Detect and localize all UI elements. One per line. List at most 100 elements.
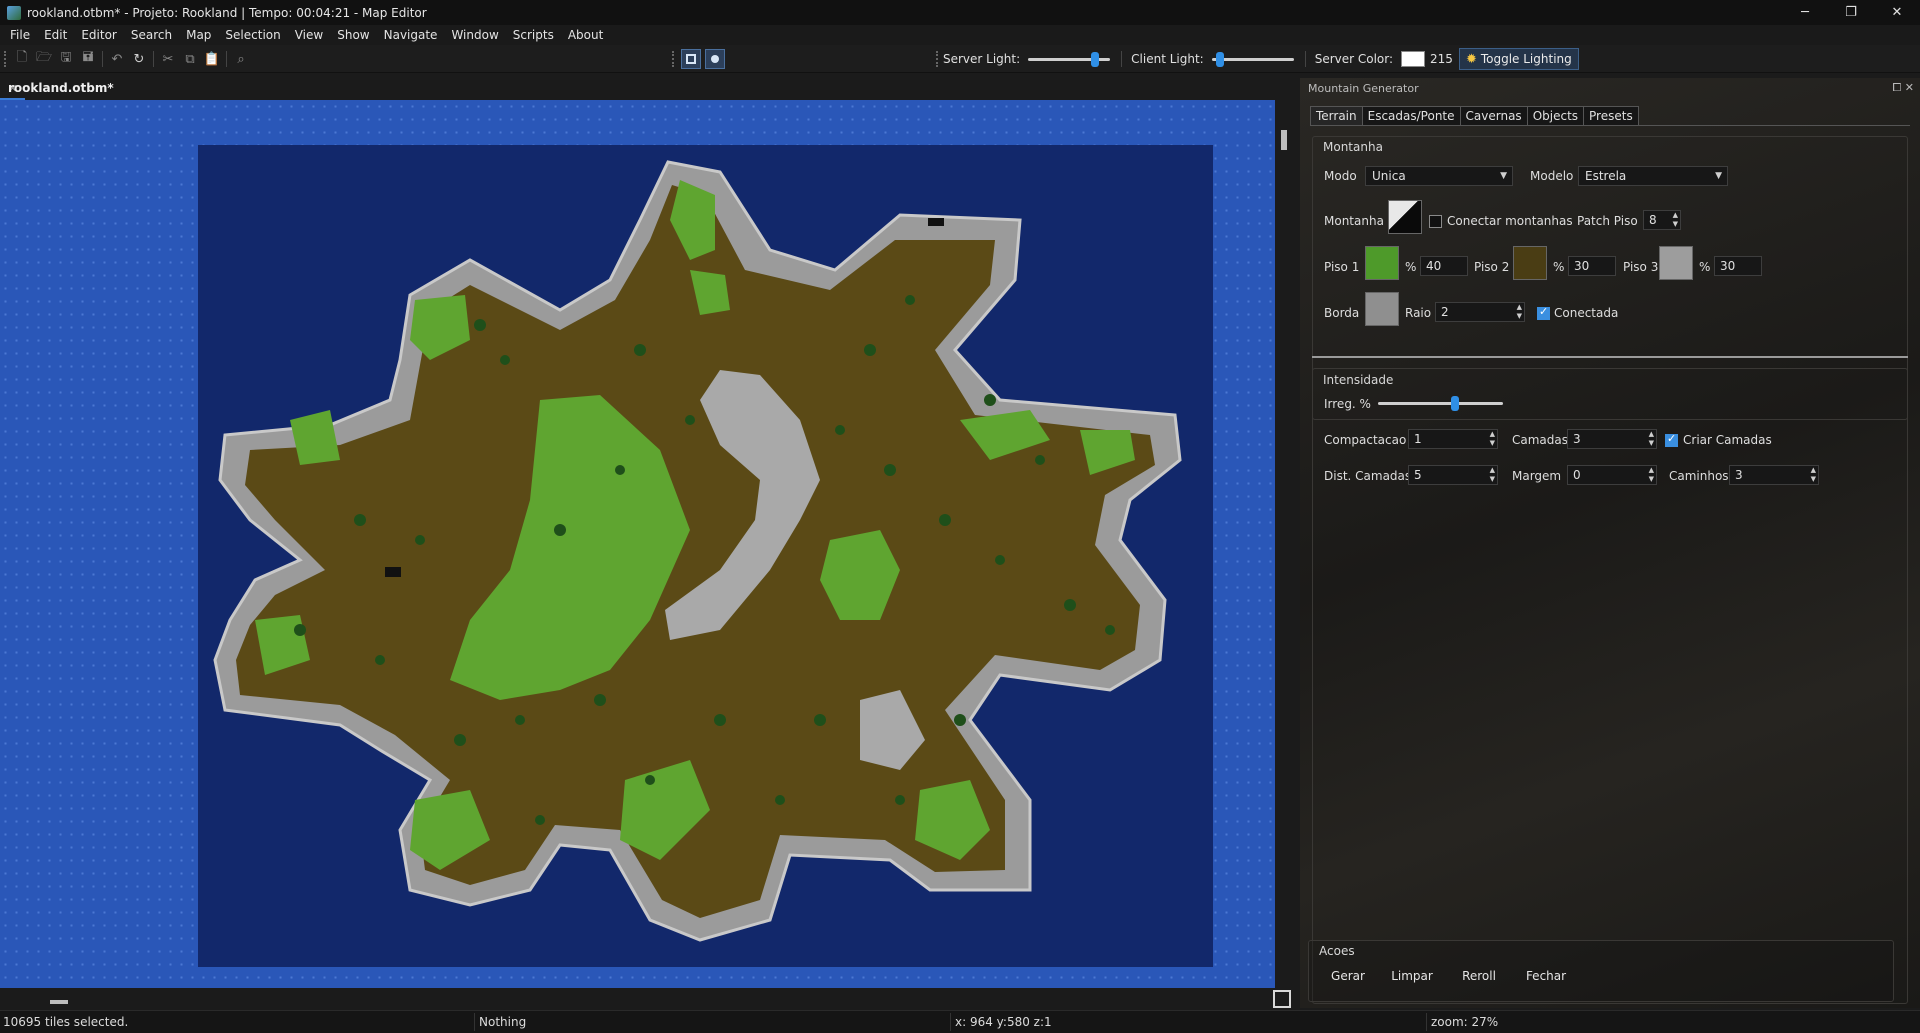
scroll-thumb[interactable] — [1281, 130, 1287, 150]
toolbar-grip[interactable] — [672, 51, 674, 67]
toolbar-grip[interactable] — [936, 51, 938, 67]
tab-terrain[interactable]: Terrain — [1310, 106, 1363, 126]
criar-camadas-checkbox[interactable] — [1665, 432, 1678, 447]
fechar-button[interactable]: Fechar — [1519, 964, 1573, 988]
window-controls: ─ ❐ ✕ — [1782, 0, 1920, 25]
menu-search[interactable]: Search — [124, 25, 179, 45]
margem-label: Margem — [1512, 469, 1562, 483]
copy-icon[interactable]: ⧉ — [179, 48, 201, 70]
minimize-button[interactable]: ─ — [1782, 0, 1828, 25]
irreg-slider[interactable] — [1378, 395, 1503, 411]
close-panel-icon[interactable]: ✕ — [1905, 81, 1914, 94]
spin-arrows-icon[interactable]: ▲ ▼ — [1811, 466, 1816, 484]
piso3-label: Piso 3 — [1623, 260, 1659, 274]
piso1-percent-input[interactable]: 40 — [1420, 256, 1468, 276]
tab-escadas-ponte[interactable]: Escadas/Ponte — [1361, 106, 1461, 126]
circle-view-button[interactable] — [705, 49, 725, 69]
tab-cavernas[interactable]: Cavernas — [1459, 106, 1528, 126]
menu-selection[interactable]: Selection — [218, 25, 287, 45]
reroll-button[interactable]: Reroll — [1453, 964, 1505, 988]
raio-spinbox[interactable]: 2 ▲ ▼ — [1435, 302, 1525, 322]
gerar-button[interactable]: Gerar — [1323, 964, 1373, 988]
spin-arrows-icon[interactable]: ▲ ▼ — [1517, 303, 1522, 321]
slider-thumb[interactable] — [1215, 52, 1224, 67]
tab-presets[interactable]: Presets — [1583, 106, 1639, 126]
patch-piso-spinbox[interactable]: 8 ▲ ▼ — [1643, 210, 1681, 230]
document-tabs: rookland.otbm* ✕ — [0, 78, 1295, 100]
map-canvas[interactable] — [0, 100, 1275, 988]
app-logo-icon — [7, 5, 21, 20]
compactacao-value: 1 — [1414, 432, 1422, 446]
menu-scripts[interactable]: Scripts — [506, 25, 561, 45]
tab-objects[interactable]: Objects — [1526, 106, 1585, 126]
modelo-label: Modelo — [1530, 169, 1574, 183]
modelo-select[interactable]: Estrela ▼ — [1578, 166, 1728, 186]
panel-tabs: Terrain Escadas/Ponte Cavernas Objects P… — [1310, 106, 1639, 126]
piso2-tile[interactable] — [1513, 246, 1547, 280]
scroll-thumb[interactable] — [50, 1000, 68, 1004]
server-color-label: Server Color: — [1314, 52, 1394, 66]
menu-view[interactable]: View — [288, 25, 330, 45]
toggle-lighting-button[interactable]: ✹ Toggle Lighting — [1458, 48, 1579, 70]
toolbar-separator — [1121, 51, 1123, 67]
compactacao-spinbox[interactable]: 1 ▲ ▼ — [1408, 429, 1498, 449]
status-divider — [474, 1013, 475, 1031]
margem-spinbox[interactable]: 0 ▲ ▼ — [1567, 465, 1657, 485]
toolbar-grip[interactable] — [4, 51, 6, 67]
piso3-tile[interactable] — [1659, 246, 1693, 280]
menu-map[interactable]: Map — [179, 25, 218, 45]
piso2-percent-input[interactable]: 30 — [1568, 256, 1616, 276]
piso1-tile[interactable] — [1365, 246, 1399, 280]
borda-tile[interactable] — [1365, 292, 1399, 326]
toggle-lighting-label: Toggle Lighting — [1480, 52, 1572, 66]
client-light-slider[interactable] — [1211, 51, 1294, 67]
server-color-value: 215 — [1430, 52, 1453, 66]
vertical-scrollbar[interactable] — [1275, 100, 1295, 988]
maximize-button[interactable]: ❐ — [1828, 0, 1874, 25]
patch-piso-label: Patch Piso — [1577, 214, 1638, 228]
save-icon[interactable]: 🖫 — [55, 48, 77, 70]
camadas-spinbox[interactable]: 3 ▲ ▼ — [1567, 429, 1657, 449]
menu-window[interactable]: Window — [444, 25, 505, 45]
tab-rookland[interactable]: rookland.otbm* ✕ — [0, 78, 114, 100]
menu-about[interactable]: About — [561, 25, 610, 45]
slider-thumb[interactable] — [1451, 396, 1459, 411]
slider-thumb[interactable] — [1091, 52, 1100, 67]
redo-icon[interactable]: ↻ — [128, 48, 150, 70]
square-view-icon — [686, 54, 696, 64]
spin-arrows-icon[interactable]: ▲ ▼ — [1490, 430, 1495, 448]
minimap-toggle-box[interactable] — [1273, 990, 1291, 1008]
spin-arrows-icon[interactable]: ▲ ▼ — [1649, 430, 1654, 448]
paste-icon[interactable]: 📋 — [201, 48, 223, 70]
server-light-slider[interactable] — [1028, 51, 1111, 67]
cut-icon[interactable]: ✂ — [157, 48, 179, 70]
limpar-button[interactable]: Limpar — [1385, 964, 1439, 988]
menu-file[interactable]: File — [3, 25, 37, 45]
conectada-checkbox[interactable] — [1537, 305, 1550, 320]
ground-view-button[interactable] — [681, 49, 701, 69]
borda-label: Borda — [1324, 306, 1360, 320]
open-folder-icon[interactable]: 🗁 — [33, 48, 55, 70]
montanha-brush-tile[interactable] — [1388, 200, 1422, 234]
server-color-swatch[interactable] — [1401, 51, 1426, 67]
undo-icon[interactable]: ↶ — [106, 48, 128, 70]
dist-camadas-spinbox[interactable]: 5 ▲ ▼ — [1408, 465, 1498, 485]
spin-arrows-icon[interactable]: ▲ ▼ — [1649, 466, 1654, 484]
float-panel-icon[interactable]: ⧠ — [1892, 81, 1901, 94]
save-all-icon[interactable]: 🖬 — [77, 48, 99, 70]
menu-navigate[interactable]: Navigate — [377, 25, 445, 45]
horizontal-scrollbar[interactable] — [0, 988, 1275, 1008]
menu-edit[interactable]: Edit — [37, 25, 74, 45]
piso3-percent-input[interactable]: 30 — [1714, 256, 1762, 276]
modo-select[interactable]: Unica ▼ — [1365, 166, 1513, 186]
menu-show[interactable]: Show — [330, 25, 376, 45]
new-file-icon[interactable]: 🗋 — [11, 48, 33, 70]
caminhos-spinbox[interactable]: 3 ▲ ▼ — [1729, 465, 1819, 485]
spin-arrows-icon[interactable]: ▲ ▼ — [1490, 466, 1495, 484]
spin-arrows-icon[interactable]: ▲ ▼ — [1673, 211, 1678, 229]
search-icon[interactable]: ⌕ — [230, 48, 252, 70]
close-button[interactable]: ✕ — [1874, 0, 1920, 25]
conectar-checkbox[interactable] — [1429, 215, 1442, 228]
menu-editor[interactable]: Editor — [74, 25, 124, 45]
map-render[interactable] — [0, 100, 1275, 988]
